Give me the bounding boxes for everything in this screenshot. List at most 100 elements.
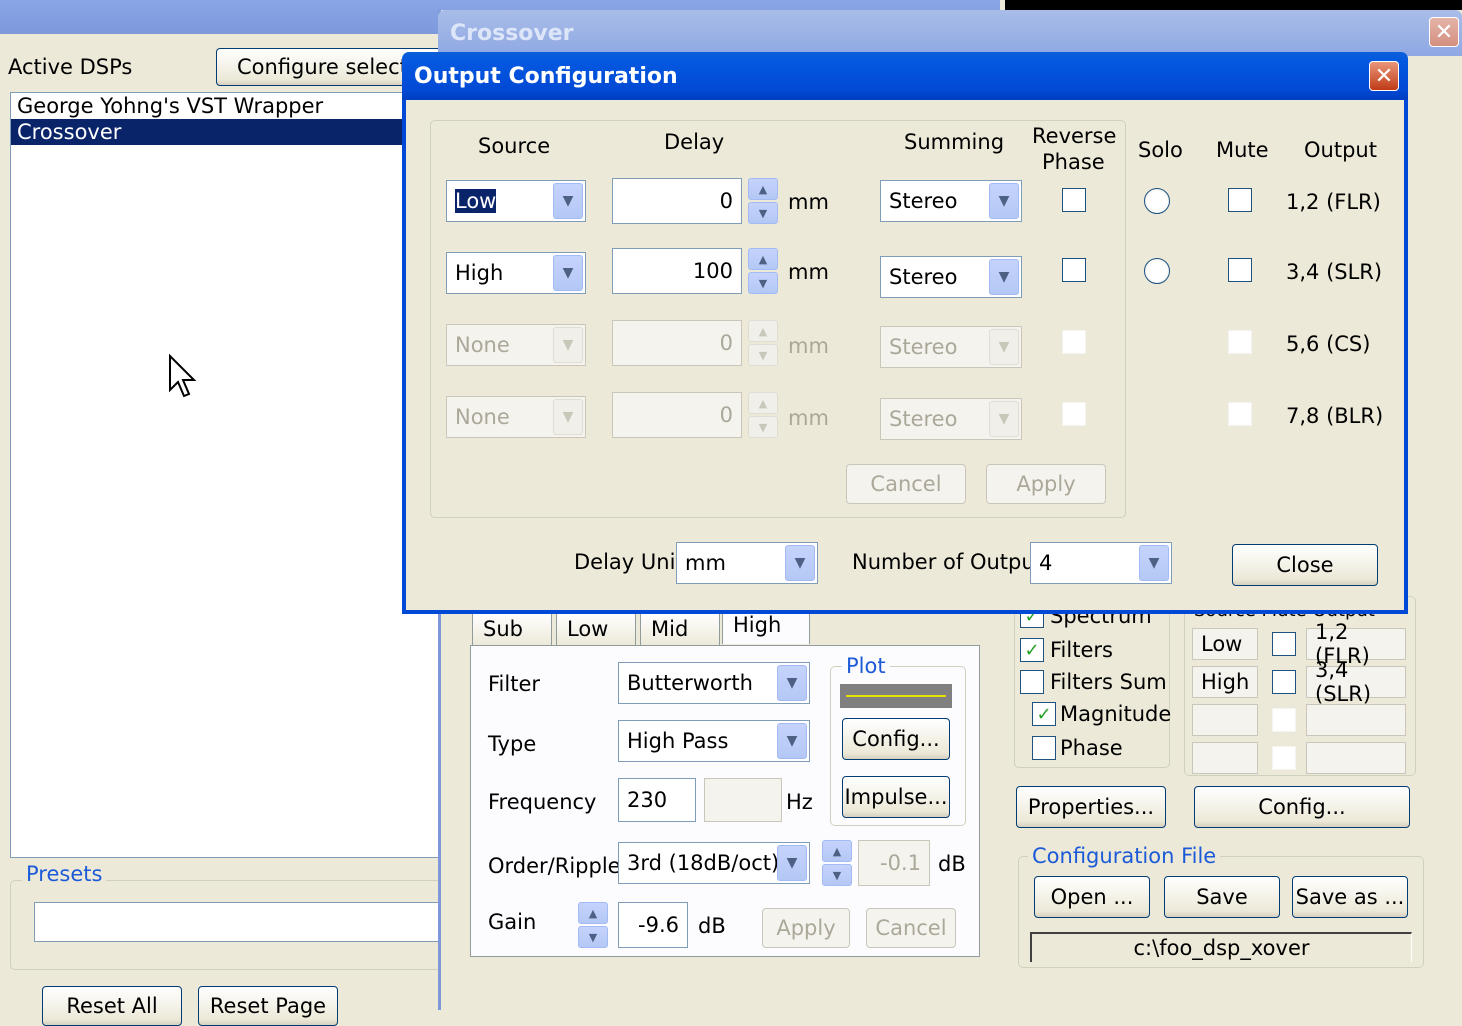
dialog-cancel-button[interactable]: Cancel [846, 464, 966, 504]
chevron-down-icon[interactable]: ▼ [989, 183, 1019, 219]
spin-down-icon: ▼ [748, 416, 778, 438]
summary-output-4 [1306, 742, 1406, 774]
save-button[interactable]: Save [1164, 876, 1280, 918]
spin-up-icon[interactable]: ▲ [748, 178, 778, 200]
order-value: 3rd (18dB/oct) [627, 851, 780, 875]
row2-delay-input[interactable]: 100 [612, 248, 742, 294]
dialog-close-button[interactable]: Close [1232, 544, 1378, 586]
frequency-input[interactable]: 230 [618, 778, 696, 822]
summary-source-3 [1192, 704, 1258, 736]
spin-up-icon: ▲ [748, 320, 778, 342]
spin-down-icon[interactable]: ▼ [748, 272, 778, 294]
list-item-crossover[interactable]: Crossover [11, 119, 449, 145]
frequency-unit: Hz [786, 790, 813, 814]
outputs-config-button[interactable]: Config... [1194, 786, 1410, 828]
row2-summing-value: Stereo [889, 265, 958, 289]
gain-label: Gain [488, 910, 537, 934]
open-button[interactable]: Open ... [1034, 876, 1150, 918]
config-path-field: c:\foo_dsp_xover [1030, 932, 1412, 962]
row3-delay-unit: mm [788, 334, 829, 358]
row4-output: 7,8 (BLR) [1286, 404, 1384, 428]
crossover-close-icon[interactable]: ✕ [1429, 17, 1459, 47]
row1-source-select[interactable]: Low ▼ [446, 180, 586, 222]
plot-title: Plot [842, 654, 890, 678]
row2-delay-spinner[interactable]: ▲ ▼ [748, 248, 778, 294]
gain-input[interactable]: -9.6 [618, 902, 688, 948]
row1-reverse-phase-checkbox[interactable] [1062, 188, 1086, 212]
row1-summing-select[interactable]: Stereo ▼ [880, 180, 1022, 222]
properties-button[interactable]: Properties... [1016, 786, 1166, 828]
row4-source-value: None [455, 405, 510, 429]
chevron-down-icon[interactable]: ▼ [777, 665, 807, 701]
preset-input[interactable] [34, 902, 454, 942]
summary-mute-4 [1272, 746, 1296, 770]
row1-delay-input[interactable]: 0 [612, 178, 742, 224]
save-as-button[interactable]: Save as ... [1292, 876, 1408, 918]
filters-checkbox[interactable]: ✓ [1020, 638, 1044, 662]
output-config-close-icon[interactable]: ✕ [1369, 61, 1399, 91]
gain-spinner[interactable]: ▲ ▼ [578, 902, 608, 948]
filters-sum-checkbox[interactable] [1020, 670, 1044, 694]
chevron-down-icon[interactable]: ▼ [785, 545, 815, 581]
config-file-title: Configuration File [1028, 844, 1221, 868]
filter-label: Filter [488, 672, 541, 696]
order-select[interactable]: 3rd (18dB/oct) ▼ [618, 842, 810, 884]
delay-unit-select[interactable]: mm ▼ [676, 542, 818, 584]
active-dsp-list[interactable]: George Yohng's VST Wrapper Crossover [10, 92, 450, 858]
plot-config-button[interactable]: Config... [842, 718, 950, 760]
row2-solo-radio[interactable] [1144, 258, 1170, 284]
num-output-select[interactable]: 4 ▼ [1030, 542, 1172, 584]
row3-source-value: None [455, 333, 510, 357]
tab-mid[interactable]: Mid [640, 612, 720, 646]
summary-mute-1[interactable] [1272, 632, 1296, 656]
spin-down-icon[interactable]: ▼ [748, 202, 778, 224]
row2-summing-select[interactable]: Stereo ▼ [880, 256, 1022, 298]
magnitude-checkbox[interactable]: ✓ [1032, 702, 1056, 726]
chevron-down-icon: ▼ [553, 327, 583, 363]
impulse-button[interactable]: Impulse... [842, 776, 950, 818]
row2-mute-checkbox[interactable] [1228, 258, 1252, 282]
row3-summing-value: Stereo [889, 335, 958, 359]
spin-down-icon[interactable]: ▼ [578, 926, 608, 948]
filter-cancel-button[interactable]: Cancel [866, 908, 956, 948]
chevron-down-icon[interactable]: ▼ [777, 845, 807, 881]
row3-delay-spinner: ▲ ▼ [748, 320, 778, 366]
dialog-apply-button[interactable]: Apply [986, 464, 1106, 504]
chevron-down-icon[interactable]: ▼ [989, 259, 1019, 295]
spin-up-icon[interactable]: ▲ [578, 902, 608, 924]
frequency-label: Frequency [488, 790, 597, 814]
spin-down-icon[interactable]: ▼ [822, 864, 852, 886]
header-phase: Phase [1042, 150, 1105, 174]
summary-mute-2[interactable] [1272, 670, 1296, 694]
filter-apply-button[interactable]: Apply [762, 908, 850, 948]
chevron-down-icon: ▼ [553, 399, 583, 435]
row3-delay-input: 0 [612, 320, 742, 366]
ripple-spinner[interactable]: ▲ ▼ [822, 840, 852, 886]
active-dsps-label: Active DSPs [8, 55, 133, 79]
row2-source-select[interactable]: High ▼ [446, 252, 586, 294]
header-reverse: Reverse [1032, 124, 1117, 148]
spin-up-icon[interactable]: ▲ [748, 248, 778, 270]
list-item-vst-wrapper[interactable]: George Yohng's VST Wrapper [11, 93, 449, 119]
reset-page-button[interactable]: Reset Page [198, 986, 338, 1026]
summary-output-2: 3,4 (SLR) [1306, 658, 1406, 706]
row4-delay-unit: mm [788, 406, 829, 430]
chevron-down-icon[interactable]: ▼ [553, 183, 583, 219]
spin-up-icon[interactable]: ▲ [822, 840, 852, 862]
crossover-title: Crossover [450, 20, 574, 46]
reset-all-button[interactable]: Reset All [42, 986, 182, 1026]
type-select[interactable]: High Pass ▼ [618, 720, 810, 762]
filter-select[interactable]: Butterworth ▼ [618, 662, 810, 704]
chevron-down-icon[interactable]: ▼ [553, 255, 583, 291]
row2-source-value: High [455, 261, 504, 285]
chevron-down-icon[interactable]: ▼ [1139, 545, 1169, 581]
chevron-down-icon[interactable]: ▼ [777, 723, 807, 759]
presets-title: Presets [22, 862, 107, 886]
row1-mute-checkbox[interactable] [1228, 188, 1252, 212]
tab-low[interactable]: Low [556, 612, 636, 646]
row1-solo-radio[interactable] [1144, 188, 1170, 214]
row1-delay-spinner[interactable]: ▲ ▼ [748, 178, 778, 224]
tab-sub[interactable]: Sub [472, 612, 552, 646]
phase-checkbox[interactable] [1032, 736, 1056, 760]
row2-reverse-phase-checkbox[interactable] [1062, 258, 1086, 282]
